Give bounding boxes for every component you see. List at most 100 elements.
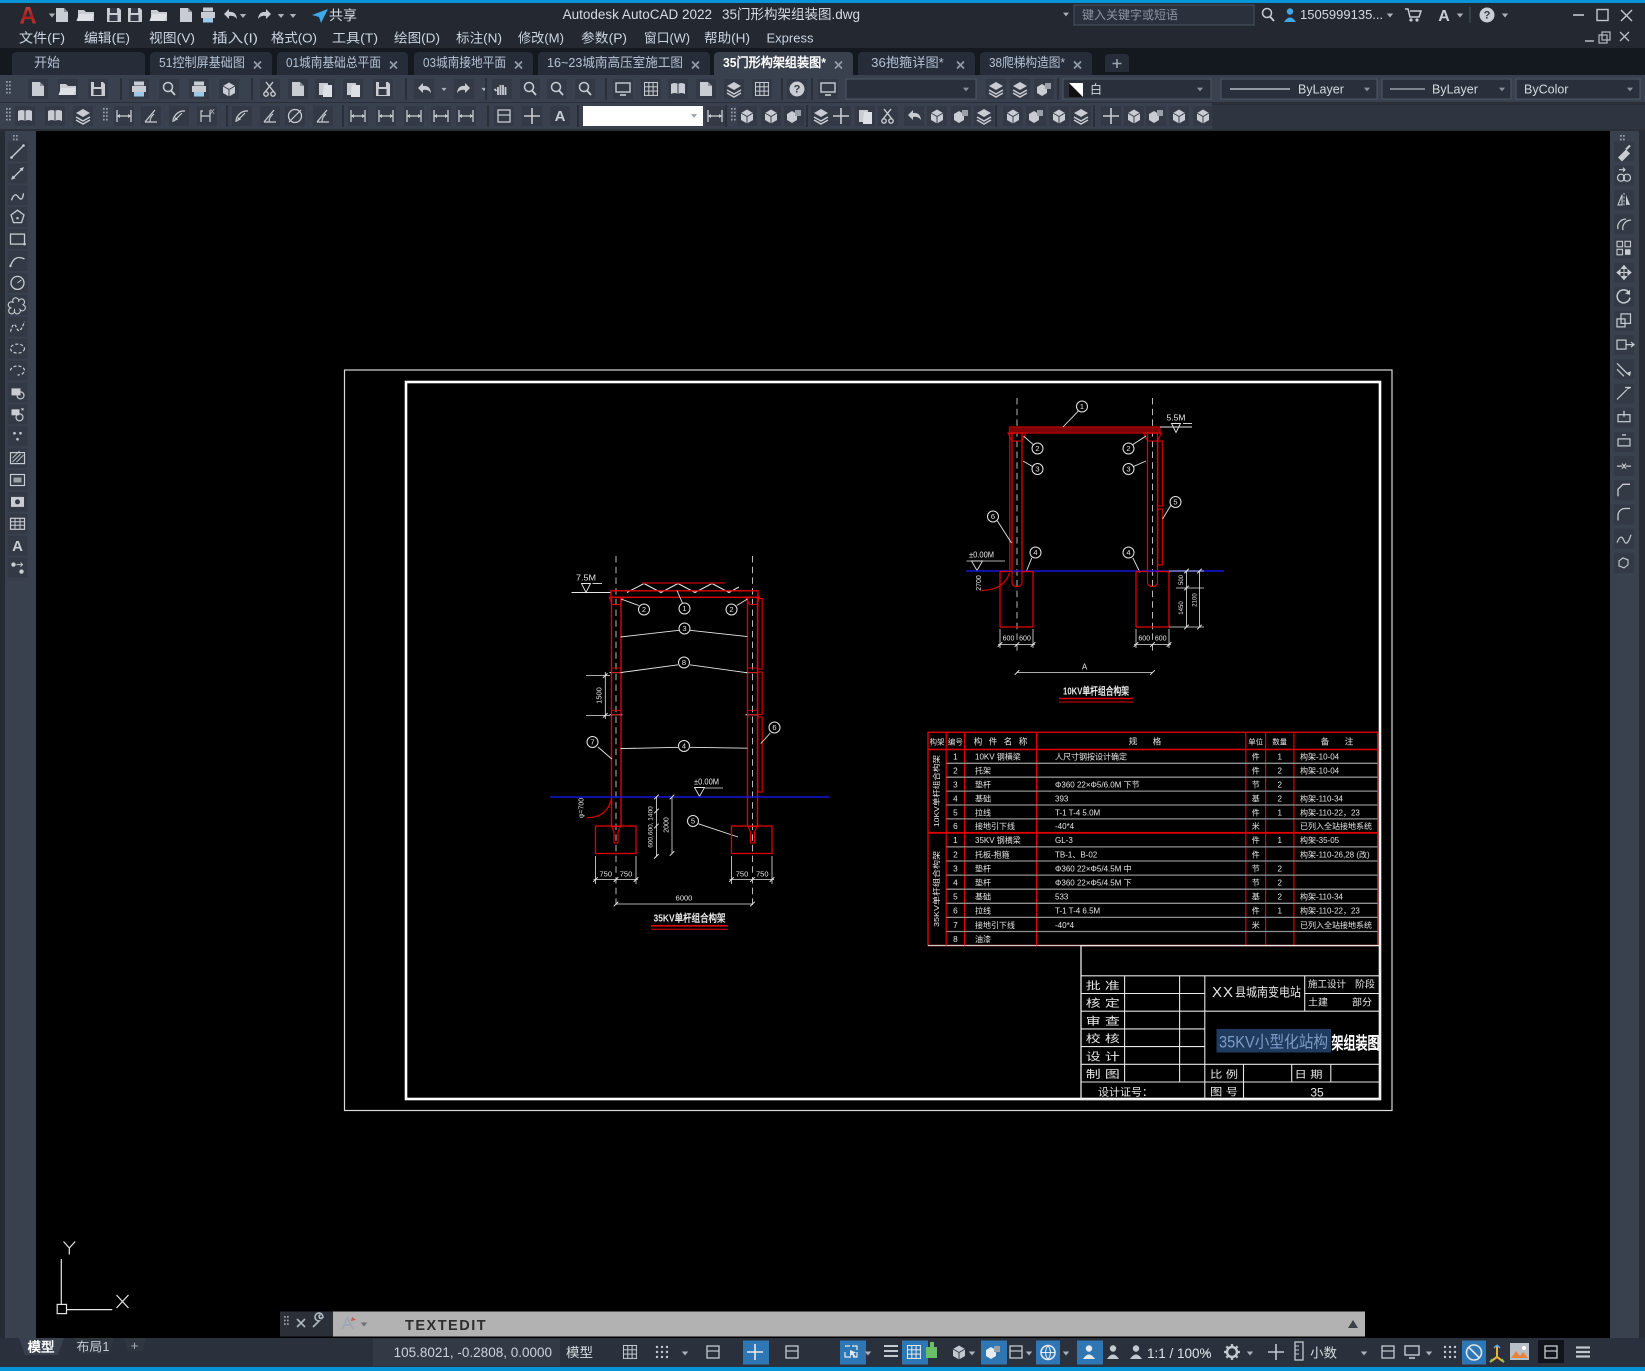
- svg-text:φ=700: φ=700: [579, 798, 586, 818]
- svg-text:基础: 基础: [975, 793, 991, 803]
- svg-text:构: 构: [974, 737, 983, 747]
- svg-text:36抱箍详图*: 36抱箍详图*: [871, 55, 944, 70]
- svg-text:备: 备: [1321, 737, 1330, 747]
- svg-text:件: 件: [1252, 807, 1260, 817]
- svg-text:模型: 模型: [566, 1345, 593, 1360]
- svg-text:阶段: 阶段: [1355, 979, 1376, 991]
- svg-text:部分: 部分: [1352, 997, 1373, 1009]
- svg-text:编辑(E): 编辑(E): [84, 31, 130, 46]
- svg-text:比 例: 比 例: [1210, 1068, 1238, 1081]
- svg-text:5: 5: [691, 817, 695, 826]
- svg-text:构架-110-34: 构架-110-34: [1300, 892, 1344, 902]
- svg-text:35KV单杆组合构架: 35KV单杆组合构架: [654, 912, 726, 925]
- svg-text:2: 2: [1277, 767, 1282, 776]
- svg-text:?: ?: [1484, 10, 1491, 22]
- svg-text:35门形构架组装图*: 35门形构架组装图*: [723, 55, 827, 70]
- svg-text:8: 8: [953, 935, 958, 944]
- svg-text:-40*4: -40*4: [1055, 822, 1075, 831]
- svg-text:件: 件: [1252, 752, 1260, 762]
- svg-text:基础: 基础: [975, 892, 991, 902]
- svg-text:7.5M: 7.5M: [576, 573, 596, 583]
- svg-text:1: 1: [1277, 808, 1282, 817]
- svg-text:4: 4: [1033, 548, 1037, 557]
- svg-text:ByColor: ByColor: [1524, 83, 1568, 97]
- svg-text:单位: 单位: [1248, 737, 1264, 747]
- svg-text:件: 件: [1252, 906, 1260, 916]
- svg-text:施工设计: 施工设计: [1308, 979, 1346, 991]
- svg-text:件: 件: [1252, 766, 1260, 776]
- svg-text:构架-110-34: 构架-110-34: [1300, 793, 1344, 803]
- svg-text:393: 393: [1055, 794, 1069, 803]
- svg-text:3: 3: [1035, 465, 1039, 474]
- svg-text:1: 1: [953, 753, 958, 762]
- svg-text:拉线: 拉线: [975, 906, 991, 916]
- svg-text:2: 2: [1277, 794, 1282, 803]
- svg-text:03城南接地平面: 03城南接地平面: [423, 55, 506, 70]
- svg-text:规: 规: [1129, 737, 1138, 747]
- svg-text:600,600, 1400: 600,600, 1400: [648, 806, 655, 848]
- svg-text:编号: 编号: [948, 737, 963, 747]
- svg-text:修改(M): 修改(M): [518, 31, 564, 46]
- svg-text:01城南基础总平面: 01城南基础总平面: [286, 55, 381, 70]
- svg-text:6000: 6000: [676, 894, 693, 903]
- svg-text:县城南变电站: 县城南变电站: [1235, 985, 1301, 1000]
- svg-text:参数(P): 参数(P): [581, 31, 627, 46]
- svg-text:设 计: 设 计: [1086, 1050, 1121, 1063]
- svg-text:5: 5: [953, 893, 958, 902]
- svg-text:Φ360 22×Φ5/6.0M 下节: Φ360 22×Φ5/6.0M 下节: [1055, 781, 1140, 790]
- svg-text:1505999135...: 1505999135...: [1300, 7, 1383, 22]
- svg-text:数量: 数量: [1272, 737, 1288, 747]
- svg-text:Autodesk AutoCAD 2022: Autodesk AutoCAD 2022: [563, 7, 712, 22]
- svg-text:称: 称: [1019, 737, 1028, 747]
- svg-text:1450: 1450: [1179, 601, 1185, 615]
- svg-text:2: 2: [1126, 444, 1130, 453]
- svg-text:2: 2: [1277, 781, 1282, 790]
- svg-text:1: 1: [1277, 907, 1282, 916]
- svg-text:名: 名: [1004, 737, 1013, 747]
- svg-text:米: 米: [1252, 821, 1260, 831]
- svg-text:5: 5: [953, 808, 958, 817]
- svg-text:6: 6: [991, 512, 995, 521]
- svg-text:基: 基: [1252, 892, 1260, 902]
- svg-text:A: A: [12, 538, 23, 555]
- svg-text:3: 3: [953, 864, 958, 873]
- svg-text:视图(V): 视图(V): [149, 31, 195, 46]
- svg-text:16~23城南高压室施工图: 16~23城南高压室施工图: [547, 55, 683, 70]
- svg-text:51控制屏基础图: 51控制屏基础图: [159, 55, 245, 70]
- svg-text:1: 1: [682, 604, 686, 613]
- svg-text:2: 2: [1277, 864, 1282, 873]
- svg-text:油漆: 油漆: [975, 934, 991, 944]
- svg-text:?: ?: [794, 84, 801, 96]
- svg-text:1: 1: [1277, 753, 1282, 762]
- svg-text:土建: 土建: [1308, 997, 1329, 1009]
- svg-text:8: 8: [682, 658, 686, 667]
- svg-text:布局1: 布局1: [77, 1340, 110, 1354]
- svg-text:7: 7: [590, 738, 594, 747]
- svg-text:核 定: 核 定: [1086, 997, 1121, 1010]
- svg-text:构架-10-04: 构架-10-04: [1300, 752, 1340, 762]
- svg-text:±0.00M: ±0.00M: [969, 551, 994, 560]
- svg-text:节: 节: [1252, 781, 1260, 790]
- svg-text:3: 3: [1126, 465, 1130, 474]
- svg-text:Φ360 22×Φ5/4.5M 下: Φ360 22×Φ5/4.5M 下: [1055, 879, 1132, 888]
- svg-text:格式(O): 格式(O): [271, 31, 317, 46]
- svg-text:格: 格: [1153, 737, 1162, 747]
- svg-text:已列入全站接地系统: 已列入全站接地系统: [1300, 920, 1372, 930]
- svg-text:托架: 托架: [975, 766, 991, 776]
- svg-text:6: 6: [953, 907, 958, 916]
- svg-text:构架-110-22，23: 构架-110-22，23: [1300, 906, 1360, 916]
- svg-text:件: 件: [1252, 835, 1260, 845]
- svg-text:托板-抱箍: 托板-抱箍: [975, 849, 1010, 859]
- svg-text:拉线: 拉线: [975, 807, 991, 817]
- svg-text:米: 米: [1252, 920, 1260, 930]
- svg-text:TB-1、B-02: TB-1、B-02: [1055, 850, 1098, 859]
- svg-text:架组装图: 架组装图: [1332, 1033, 1380, 1053]
- svg-text:105.8021, -0.2808, 0.0000: 105.8021, -0.2808, 0.0000: [394, 1345, 552, 1360]
- svg-text:2100: 2100: [1193, 593, 1199, 607]
- svg-text:文件(F): 文件(F): [19, 31, 65, 46]
- svg-text:帮助(H): 帮助(H): [704, 31, 750, 46]
- svg-text:注: 注: [1345, 737, 1354, 747]
- svg-text:模型: 模型: [28, 1340, 55, 1355]
- svg-text:7: 7: [953, 921, 958, 930]
- svg-text:35KV 钢横梁: 35KV 钢横梁: [975, 835, 1021, 845]
